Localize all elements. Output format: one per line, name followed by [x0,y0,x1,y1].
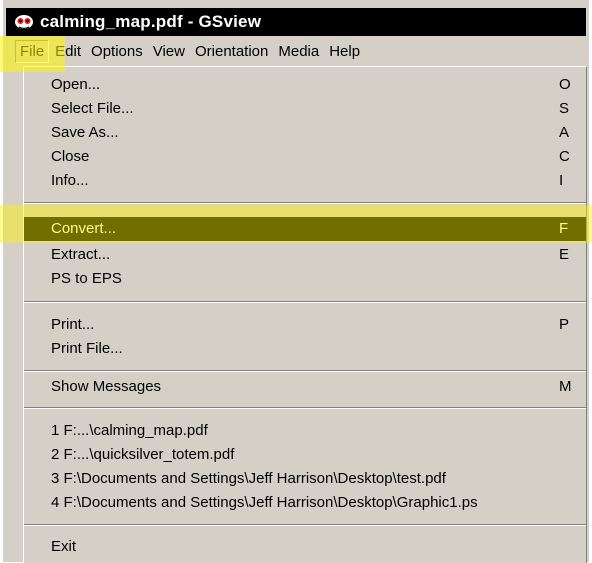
menu-item-accel: P [559,316,570,333]
menu-file[interactable]: File [15,39,50,63]
menu-item-select-file[interactable]: Select File... S [24,97,586,121]
menu-item-label: Print File... [51,340,123,357]
menu-item-accel: E [559,246,570,263]
menu-view[interactable]: View [149,41,189,62]
menu-item-show-messages[interactable]: Show Messages M [24,375,586,399]
menu-separator [24,524,586,526]
menu-item-accel: F [559,220,569,237]
menu-item-save-as[interactable]: Save As... A [24,121,586,145]
menu-item-label: Select File... [51,100,134,117]
menu-item-label: Open... [51,76,101,93]
menu-item-convert[interactable]: Convert... F [24,217,586,241]
menu-item-recent-4[interactable]: 4 F:\Documents and Settings\Jeff Harriso… [24,491,586,515]
menu-item-label: Convert... [51,220,117,237]
menu-item-accel: C [559,148,570,165]
gsview-app-icon[interactable] [14,13,34,31]
menu-separator [24,301,586,303]
menu-item-accel: O [559,76,571,93]
gsview-window: calming_map.pdf - GSview File Edit Optio… [3,0,589,563]
menu-item-label: Show Messages [51,378,162,395]
menu-item-label: 1 F:...\calming_map.pdf [51,422,208,439]
menu-item-open[interactable]: Open... O [24,73,586,97]
menu-options[interactable]: Options [87,41,147,62]
menu-item-label: Exit [51,538,77,555]
menu-item-label: Close [51,148,90,165]
menu-item-label: 4 F:\Documents and Settings\Jeff Harriso… [51,494,478,511]
menu-help[interactable]: Help [325,41,364,62]
menu-item-label: PS to EPS [51,270,122,287]
menu-item-close[interactable]: Close C [24,145,586,169]
menu-item-accel: I [559,172,564,189]
menu-item-extract[interactable]: Extract... E [24,243,586,267]
menu-item-label: Info... [51,172,89,189]
file-menu-dropdown: Open... O Select File... S Save As... A … [23,66,587,563]
menu-item-ps-to-eps[interactable]: PS to EPS [24,267,586,291]
menu-item-recent-2[interactable]: 2 F:...\quicksilver_totem.pdf [24,443,586,467]
menu-item-recent-3[interactable]: 3 F:\Documents and Settings\Jeff Harriso… [24,467,586,491]
title-bar[interactable]: calming_map.pdf - GSview [6,8,586,36]
menu-item-recent-1[interactable]: 1 F:...\calming_map.pdf [24,419,586,443]
window-title: calming_map.pdf - GSview [40,12,262,31]
menu-separator [24,407,586,409]
menu-item-exit[interactable]: Exit [24,535,586,559]
menu-item-label: Extract... [51,246,111,263]
menu-item-info[interactable]: Info... I [24,169,586,193]
menu-item-print-file[interactable]: Print File... [24,337,586,361]
menu-item-accel: A [559,124,570,141]
menu-item-print[interactable]: Print... P [24,313,586,337]
menu-item-accel: S [559,100,570,117]
menu-item-label: Print... [51,316,95,333]
menu-item-label: 3 F:\Documents and Settings\Jeff Harriso… [51,470,446,487]
menu-orientation[interactable]: Orientation [191,41,272,62]
menu-edit[interactable]: Edit [51,41,85,62]
menu-item-label: 2 F:...\quicksilver_totem.pdf [51,446,235,463]
menu-media[interactable]: Media [274,41,323,62]
menu-item-label: Save As... [51,124,119,141]
menu-separator [24,202,586,204]
menu-separator [24,370,586,372]
menu-item-accel: M [559,378,572,395]
menu-bar: File Edit Options View Orientation Media… [6,36,586,66]
